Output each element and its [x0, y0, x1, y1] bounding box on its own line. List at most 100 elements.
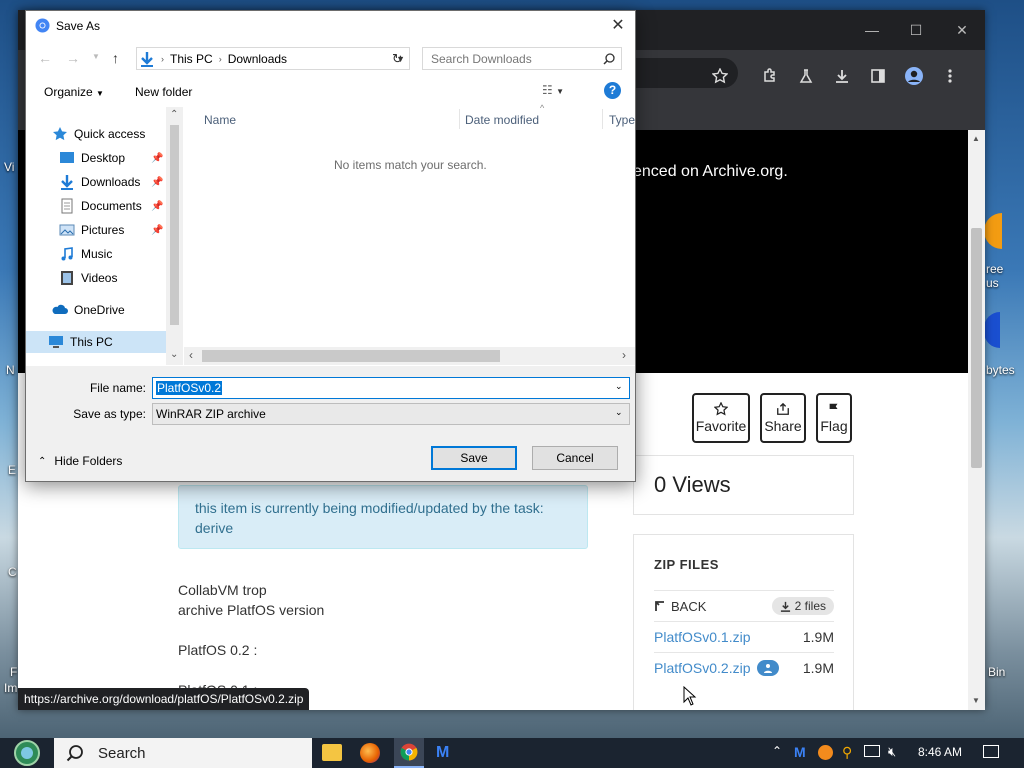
scroll-down-icon[interactable]: ⌄: [170, 349, 178, 360]
zip-files-title: ZIP FILES: [654, 557, 719, 572]
nav-music[interactable]: Music: [59, 243, 112, 265]
extensions-icon[interactable]: [752, 62, 788, 90]
nav-this-pc-label: This PC: [70, 335, 113, 349]
chrome-icon: [400, 743, 418, 761]
zip-back-link[interactable]: BACK: [671, 599, 706, 614]
videos-folder-icon: [61, 271, 73, 285]
file-name-field[interactable]: PlatfOSv0.2 ⌄: [152, 377, 630, 399]
pin-icon[interactable]: 📌: [151, 225, 163, 236]
column-divider[interactable]: [602, 109, 603, 129]
zip-file-size: 1.9M: [802, 629, 834, 645]
save-type-dropdown-icon[interactable]: ⌄: [615, 407, 623, 418]
start-orb-icon: [14, 740, 40, 766]
scroll-thumb[interactable]: [170, 125, 179, 325]
favorite-button[interactable]: Favorite: [692, 393, 750, 443]
scroll-thumb[interactable]: [971, 228, 982, 468]
file-name-dropdown-icon[interactable]: ⌄: [615, 381, 623, 392]
horizontal-scrollbar[interactable]: ‹ ›: [184, 347, 635, 365]
up-arrow-icon[interactable]: ↑: [112, 50, 119, 66]
column-type[interactable]: Type: [609, 113, 635, 127]
breadcrumb-this-pc[interactable]: This PC: [170, 52, 213, 66]
minimize-button[interactable]: —: [849, 10, 895, 50]
profile-avatar-icon[interactable]: [896, 62, 932, 90]
pin-icon[interactable]: 📌: [151, 201, 163, 212]
scroll-right-icon[interactable]: ›: [622, 348, 626, 362]
bookmark-star-icon[interactable]: [702, 62, 738, 90]
nav-pictures[interactable]: Pictures: [59, 219, 124, 241]
menu-dots-icon[interactable]: [932, 62, 968, 90]
navigation-scrollbar[interactable]: ⌃ ⌄: [166, 107, 183, 365]
file-explorer-icon[interactable]: [322, 744, 342, 761]
new-folder-button[interactable]: New folder: [135, 85, 192, 99]
desktop-folder-icon: [60, 152, 74, 163]
pin-icon[interactable]: 📌: [151, 177, 163, 188]
search-input[interactable]: Search Downloads: [422, 47, 622, 70]
network-icon[interactable]: [864, 745, 880, 757]
scroll-up-icon[interactable]: ▲: [972, 134, 980, 143]
nav-desktop[interactable]: Desktop: [59, 147, 125, 169]
column-divider[interactable]: [459, 109, 460, 129]
app-desktop-icon[interactable]: [984, 312, 1000, 348]
column-date-modified[interactable]: Date modified: [465, 113, 539, 127]
desktop-icon-label: Im: [4, 681, 18, 695]
pin-icon[interactable]: 📌: [151, 153, 163, 164]
scroll-left-icon[interactable]: ‹: [189, 348, 193, 362]
dialog-titlebar[interactable]: Save As ✕: [26, 11, 635, 41]
back-arrow-icon[interactable]: ←: [38, 50, 52, 66]
view-options-icon[interactable]: ☷ ▼: [542, 83, 564, 97]
flag-button[interactable]: Flag: [816, 393, 852, 443]
desktop-icon-label: bytes: [986, 363, 1015, 377]
save-button[interactable]: Save: [431, 446, 517, 470]
nav-onedrive[interactable]: OneDrive: [52, 299, 125, 321]
nav-videos[interactable]: Videos: [59, 267, 117, 289]
volume-muted-icon[interactable]: 🔇︎: [888, 744, 896, 760]
download-icon[interactable]: [824, 62, 860, 90]
firefox-desktop-icon[interactable]: [984, 213, 1002, 249]
chrome-taskbar-button[interactable]: [394, 738, 424, 768]
search-tray-icon[interactable]: ⚲: [842, 744, 852, 761]
taskbar-search[interactable]: Search: [54, 738, 312, 768]
firefox-icon[interactable]: [360, 743, 380, 763]
zip-file-link[interactable]: PlatfOSv0.2.zip: [654, 660, 751, 676]
forward-arrow-icon[interactable]: →: [66, 50, 80, 66]
malwarebytes-icon[interactable]: M: [436, 744, 449, 762]
zip-file-link[interactable]: PlatfOSv0.1.zip: [654, 629, 751, 645]
scroll-down-icon[interactable]: ▼: [972, 696, 980, 705]
sort-indicator-icon: ^: [540, 103, 545, 113]
download-badge-icon[interactable]: [756, 660, 779, 676]
side-panel-icon[interactable]: [860, 62, 896, 90]
zip-file-row: PlatfOSv0.2.zip 1.9M: [654, 652, 834, 683]
labs-icon[interactable]: [788, 62, 824, 90]
cancel-button[interactable]: Cancel: [532, 446, 618, 470]
recent-locations-icon[interactable]: ▼: [92, 52, 100, 61]
address-bar[interactable]: › This PC › Downloads ▼: [136, 47, 410, 70]
close-window-button[interactable]: ✕: [939, 10, 985, 50]
maximize-button[interactable]: ☐: [893, 10, 939, 50]
nav-downloads[interactable]: Downloads: [59, 171, 140, 193]
nav-documents[interactable]: Documents: [59, 195, 142, 217]
column-name[interactable]: Name: [204, 113, 236, 127]
dialog-close-button[interactable]: ✕: [601, 11, 635, 41]
scroll-thumb[interactable]: [202, 350, 500, 362]
refresh-icon[interactable]: ↻: [392, 51, 403, 67]
notifications-icon[interactable]: [983, 745, 999, 758]
page-scrollbar[interactable]: ▲ ▼: [968, 130, 985, 710]
scroll-up-icon[interactable]: ⌃: [170, 109, 178, 120]
share-button[interactable]: Share: [760, 393, 806, 443]
breadcrumb-downloads[interactable]: Downloads: [228, 52, 287, 66]
tray-overflow-icon[interactable]: ⌃: [772, 744, 782, 758]
nav-this-pc[interactable]: This PC: [26, 331, 166, 353]
organize-button[interactable]: Organize ▼: [44, 85, 104, 99]
downloads-folder-icon: [141, 51, 153, 67]
save-type-select[interactable]: WinRAR ZIP archive ⌄: [152, 403, 630, 425]
malwarebytes-tray-icon[interactable]: M: [794, 744, 806, 760]
nav-quick-access[interactable]: Quick access: [52, 123, 145, 145]
files-count-badge[interactable]: 2 files: [771, 597, 834, 615]
start-button[interactable]: [8, 738, 46, 768]
taskbar-clock[interactable]: 8:46 AM: [918, 745, 962, 759]
file-name-label: File name:: [89, 381, 146, 395]
search-placeholder: Search Downloads: [431, 52, 532, 66]
hide-folders-button[interactable]: ⌃ Hide Folders: [38, 454, 122, 468]
avast-tray-icon[interactable]: [818, 745, 833, 760]
help-icon[interactable]: ?: [604, 82, 621, 99]
